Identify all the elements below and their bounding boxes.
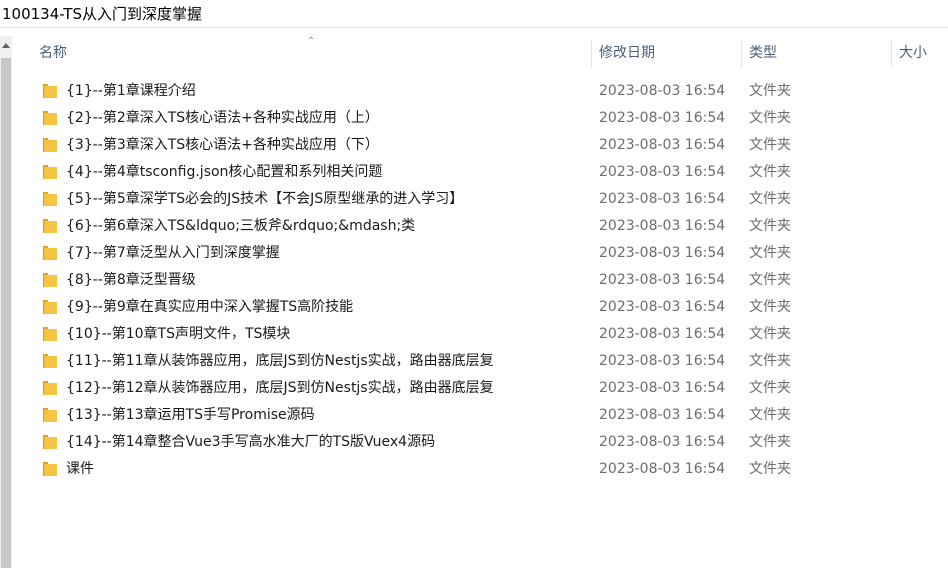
file-row[interactable]: {2}--第2章深入TS核心语法+各种实战应用（上） 2023-08-03 16… [12, 105, 948, 132]
file-name: {8}--第8章泛型晋级 [66, 272, 196, 288]
file-row[interactable]: {11}--第11章从装饰器应用，底层JS到仿Nestjs实战，路由器底层复 2… [12, 348, 948, 375]
file-row[interactable]: {10}--第10章TS声明文件，TS模块 2023-08-03 16:54 文… [12, 321, 948, 348]
column-header-size[interactable]: 大小 [899, 36, 948, 70]
folder-icon [43, 354, 57, 368]
file-modified-date: 2023-08-03 16:54 [599, 434, 726, 450]
folder-icon [43, 381, 57, 395]
file-modified-date: 2023-08-03 16:54 [599, 461, 726, 477]
folder-icon [43, 219, 57, 233]
file-name: {1}--第1章课程介绍 [66, 83, 196, 99]
file-type: 文件夹 [749, 434, 791, 450]
file-modified-date: 2023-08-03 16:54 [599, 137, 726, 153]
folder-icon [43, 111, 57, 125]
folder-icon [43, 408, 57, 422]
file-row[interactable]: {5}--第5章深学TS必会的JS技术【不会JS原型继承的进入学习】 2023-… [12, 186, 948, 213]
file-modified-date: 2023-08-03 16:54 [599, 380, 726, 396]
file-modified-date: 2023-08-03 16:54 [599, 191, 726, 207]
file-type: 文件夹 [749, 326, 791, 342]
file-type: 文件夹 [749, 83, 791, 99]
file-type: 文件夹 [749, 191, 791, 207]
folder-icon [43, 165, 57, 179]
file-type: 文件夹 [749, 407, 791, 423]
file-type: 文件夹 [749, 272, 791, 288]
column-header-type-label: 类型 [749, 45, 777, 61]
file-row[interactable]: {7}--第7章泛型从入门到深度掌握 2023-08-03 16:54 文件夹 [12, 240, 948, 267]
file-row[interactable]: {4}--第4章tsconfig.json核心配置和系列相关问题 2023-08… [12, 159, 948, 186]
file-name: {12}--第12章从装饰器应用，底层JS到仿Nestjs实战，路由器底层复 [66, 380, 494, 396]
folder-icon [43, 462, 57, 476]
file-name: {14}--第14章整合Vue3手写高水准大厂的TS版Vuex4源码 [66, 434, 436, 450]
file-modified-date: 2023-08-03 16:54 [599, 218, 726, 234]
column-header-row: ⌃ 名称 修改日期 类型 大小 [12, 36, 948, 70]
file-modified-date: 2023-08-03 16:54 [599, 326, 726, 342]
file-row[interactable]: 课件 2023-08-03 16:54 文件夹 [12, 456, 948, 483]
file-modified-date: 2023-08-03 16:54 [599, 353, 726, 369]
folder-icon [43, 246, 57, 260]
file-name: {10}--第10章TS声明文件，TS模块 [66, 326, 291, 342]
column-header-modified[interactable]: 修改日期 [599, 36, 739, 70]
file-row[interactable]: {12}--第12章从装饰器应用，底层JS到仿Nestjs实战，路由器底层复 2… [12, 375, 948, 402]
column-header-type[interactable]: 类型 [749, 36, 889, 70]
file-row[interactable]: {14}--第14章整合Vue3手写高水准大厂的TS版Vuex4源码 2023-… [12, 429, 948, 456]
file-modified-date: 2023-08-03 16:54 [599, 299, 726, 315]
vertical-scrollbar[interactable] [0, 36, 12, 568]
column-header-name-label: 名称 [39, 45, 67, 61]
folder-icon [43, 138, 57, 152]
file-modified-date: 2023-08-03 16:54 [599, 272, 726, 288]
file-name: {4}--第4章tsconfig.json核心配置和系列相关问题 [66, 164, 383, 180]
folder-icon [43, 192, 57, 206]
file-modified-date: 2023-08-03 16:54 [599, 245, 726, 261]
file-type: 文件夹 [749, 353, 791, 369]
folder-icon [43, 300, 57, 314]
column-divider[interactable] [891, 40, 892, 68]
column-header-size-label: 大小 [899, 45, 927, 61]
file-row[interactable]: {9}--第9章在真实应用中深入掌握TS高阶技能 2023-08-03 16:5… [12, 294, 948, 321]
scrollbar-thumb[interactable] [1, 58, 11, 568]
file-name: {2}--第2章深入TS核心语法+各种实战应用（上） [66, 110, 379, 126]
file-name: {11}--第11章从装饰器应用，底层JS到仿Nestjs实战，路由器底层复 [66, 353, 494, 369]
column-divider[interactable] [741, 40, 742, 68]
file-name: 课件 [66, 461, 94, 477]
file-modified-date: 2023-08-03 16:54 [599, 83, 726, 99]
file-row[interactable]: {13}--第13章运用TS手写Promise源码 2023-08-03 16:… [12, 402, 948, 429]
file-row[interactable]: {1}--第1章课程介绍 2023-08-03 16:54 文件夹 [12, 78, 948, 105]
file-name: {3}--第3章深入TS核心语法+各种实战应用（下） [66, 137, 379, 153]
scroll-up-arrow-icon[interactable] [2, 43, 10, 48]
column-header-modified-label: 修改日期 [599, 45, 655, 61]
file-type: 文件夹 [749, 245, 791, 261]
folder-icon [43, 327, 57, 341]
file-type: 文件夹 [749, 380, 791, 396]
file-modified-date: 2023-08-03 16:54 [599, 407, 726, 423]
file-row[interactable]: {3}--第3章深入TS核心语法+各种实战应用（下） 2023-08-03 16… [12, 132, 948, 159]
folder-icon [43, 273, 57, 287]
file-name: {5}--第5章深学TS必会的JS技术【不会JS原型继承的进入学习】 [66, 191, 464, 207]
window-title-bar: 100134-TS从入门到深度掌握 [0, 0, 948, 28]
file-modified-date: 2023-08-03 16:54 [599, 110, 726, 126]
file-modified-date: 2023-08-03 16:54 [599, 164, 726, 180]
file-name: {9}--第9章在真实应用中深入掌握TS高阶技能 [66, 299, 354, 315]
file-type: 文件夹 [749, 137, 791, 153]
file-type: 文件夹 [749, 110, 791, 126]
folder-icon [43, 435, 57, 449]
file-row[interactable]: {6}--第6章深入TS&ldquo;三板斧&rdquo;&mdash;类 20… [12, 213, 948, 240]
file-name: {13}--第13章运用TS手写Promise源码 [66, 407, 315, 423]
column-header-name[interactable]: 名称 [39, 36, 589, 70]
file-type: 文件夹 [749, 218, 791, 234]
window-title: 100134-TS从入门到深度掌握 [2, 5, 202, 23]
file-name: {7}--第7章泛型从入门到深度掌握 [66, 245, 280, 261]
file-type: 文件夹 [749, 299, 791, 315]
file-name: {6}--第6章深入TS&ldquo;三板斧&rdquo;&mdash;类 [66, 218, 416, 234]
file-type: 文件夹 [749, 461, 791, 477]
column-divider[interactable] [591, 40, 592, 68]
file-row[interactable]: {8}--第8章泛型晋级 2023-08-03 16:54 文件夹 [12, 267, 948, 294]
file-type: 文件夹 [749, 164, 791, 180]
folder-icon [43, 84, 57, 98]
file-list: {1}--第1章课程介绍 2023-08-03 16:54 文件夹 {2}--第… [12, 78, 948, 483]
